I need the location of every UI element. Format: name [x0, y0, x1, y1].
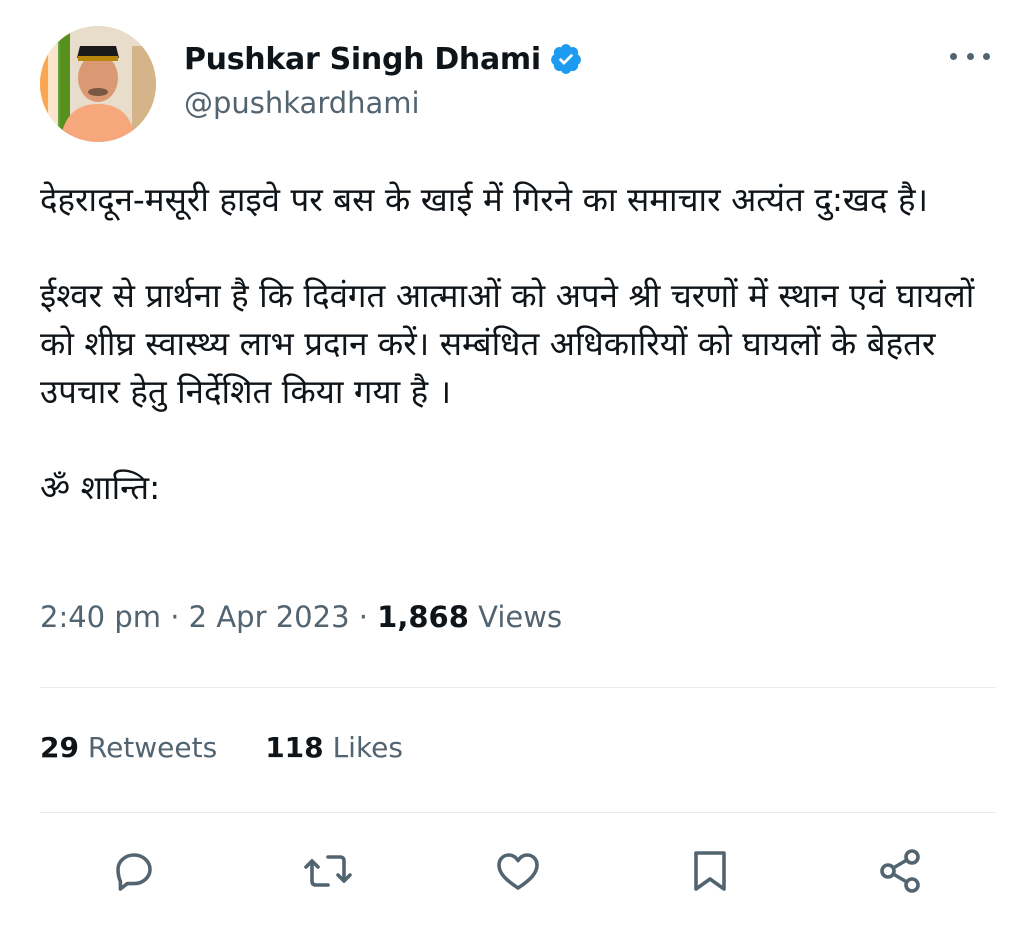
divider — [40, 812, 996, 813]
tweet-actions — [0, 843, 1024, 899]
more-options-icon[interactable] — [950, 46, 990, 66]
avatar[interactable] — [40, 26, 156, 142]
tweet-text: देहरादून-मसूरी हाइवे पर बस के खाई में गि… — [40, 176, 980, 560]
tweet-date[interactable]: 2 Apr 2023 — [189, 600, 350, 634]
retweets-stat[interactable]: 29 Retweets — [40, 731, 217, 764]
more-dot — [966, 52, 974, 60]
likes-count: 118 — [265, 731, 324, 764]
tweet-paragraph: ईश्वर से प्रार्थना है कि दिवंगत आत्माओं … — [40, 276, 985, 411]
retweets-label: Retweets — [87, 731, 218, 764]
like-icon[interactable] — [490, 843, 546, 899]
retweet-icon[interactable] — [300, 843, 356, 899]
meta-separator: · — [358, 600, 368, 634]
author-name-row: Pushkar Singh Dhami — [184, 38, 583, 80]
more-dot — [950, 52, 957, 60]
likes-stat[interactable]: 118 Likes — [265, 731, 403, 764]
likes-label: Likes — [332, 731, 403, 764]
tweet-paragraph: देहरादून-मसूरी हाइवे पर बस के खाई में गि… — [40, 180, 928, 219]
author-handle[interactable]: @pushkardhami — [184, 86, 583, 120]
author-display-name[interactable]: Pushkar Singh Dhami — [184, 42, 541, 77]
verified-badge-icon — [549, 42, 583, 76]
divider — [40, 687, 996, 688]
tweet-header: Pushkar Singh Dhami @pushkardhami — [40, 26, 990, 142]
views-count: 1,868 — [377, 600, 469, 634]
bookmark-icon[interactable] — [682, 843, 738, 899]
tweet-time[interactable]: 2:40 pm — [40, 600, 161, 634]
meta-separator: · — [170, 600, 180, 634]
tweet-meta: 2:40 pm · 2 Apr 2023 · 1,868 Views — [40, 600, 562, 634]
share-icon[interactable] — [872, 843, 928, 899]
tweet-stats: 29 Retweets 118 Likes — [40, 731, 451, 764]
author-info: Pushkar Singh Dhami @pushkardhami — [184, 38, 583, 120]
reply-icon[interactable] — [106, 843, 162, 899]
retweets-count: 29 — [40, 731, 79, 764]
more-dot — [983, 52, 990, 60]
tweet-paragraph: ॐ शान्ति: — [40, 468, 161, 507]
views-label: Views — [478, 600, 563, 634]
